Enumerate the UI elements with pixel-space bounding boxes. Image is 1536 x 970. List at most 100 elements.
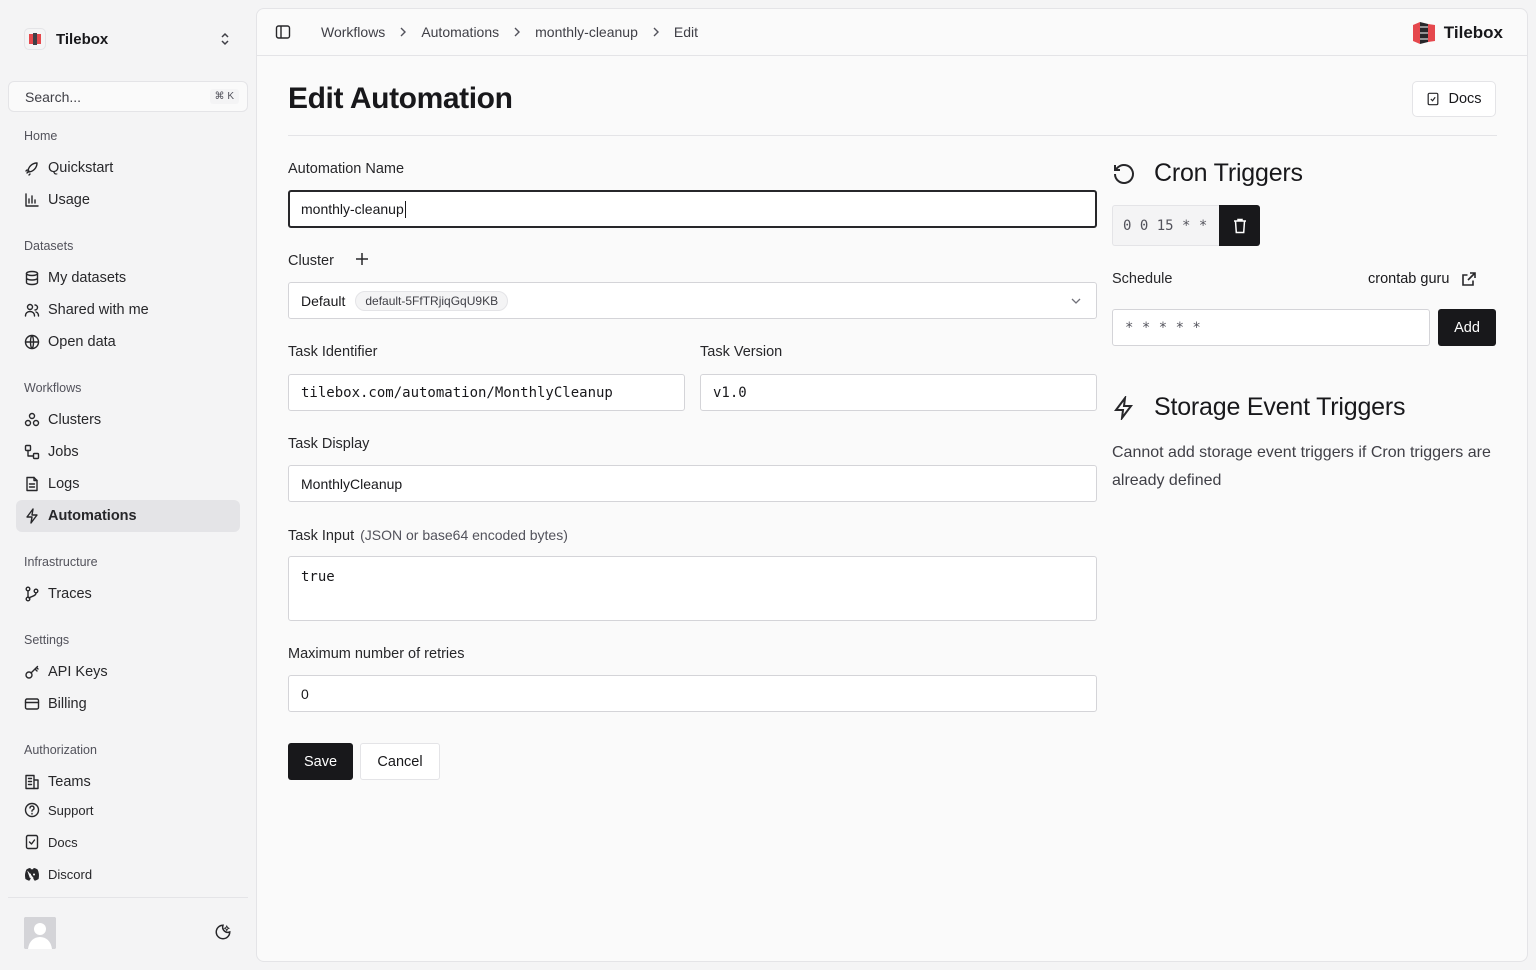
sidebar-item-label: Teams (48, 774, 91, 790)
docs-button[interactable]: Docs (1412, 81, 1496, 117)
automation-name-label: Automation Name (288, 161, 405, 177)
breadcrumb-item: Edit (673, 24, 698, 40)
sidebar-item-label: Discord (48, 866, 93, 882)
book-icon (25, 834, 39, 850)
max-retries-input[interactable]: 0 (288, 675, 1097, 712)
sidebar-item-my-datasets[interactable]: My datasets (16, 262, 240, 294)
discord-icon (25, 868, 39, 881)
avatar[interactable] (24, 916, 56, 949)
task-input-textarea[interactable]: true (288, 556, 1097, 621)
task-identifier-label: Task Identifier (288, 344, 378, 360)
cancel-button[interactable]: Cancel (360, 743, 440, 780)
brand-logo: Tilebox (1411, 21, 1503, 45)
team-name: Tilebox (56, 30, 109, 48)
sidebar-item-label: Docs (48, 834, 78, 850)
globe-icon (24, 334, 40, 350)
nav-group-infrastructure: Infrastructure Traces (16, 546, 240, 610)
chevron-right-icon (398, 25, 408, 40)
nav-group-home: Home Quickstart Usage (16, 120, 240, 216)
task-identifier-input[interactable]: tilebox.com/automation/MonthlyCleanup (288, 374, 685, 411)
sidebar-item-label: Billing (48, 696, 87, 712)
schedule-input[interactable]: * * * * * (1112, 309, 1430, 346)
rotate-ccw-icon (1114, 163, 1134, 184)
sidebar-item-discord[interactable]: Discord (16, 858, 240, 890)
nav-group-label: Settings (24, 633, 70, 647)
nav-group-settings: Settings API Keys Billing (16, 624, 240, 720)
task-version-input[interactable]: v1.0 (700, 374, 1097, 411)
sidebar-search[interactable]: Search... ⌘ K (8, 81, 248, 112)
task-version-label: Task Version (700, 344, 783, 360)
docs-button-label: Docs (1448, 91, 1482, 107)
save-button[interactable]: Save (288, 743, 353, 780)
sidebar-toggle-icon[interactable] (275, 24, 291, 40)
nav-group-label: Infrastructure (24, 555, 98, 569)
building-icon (25, 774, 39, 790)
task-input-hint: (JSON or base64 encoded bytes) (360, 527, 568, 543)
sidebar: Tilebox Search... ⌘ K Home Quickstart Usag… (0, 0, 256, 970)
brand-name: Tilebox (1443, 23, 1503, 42)
sidebar-item-logs[interactable]: Logs (16, 468, 240, 500)
breadcrumb-item[interactable]: monthly-cleanup (535, 24, 638, 40)
max-retries-label: Maximum number of retries (288, 646, 465, 662)
crontab-guru-label: crontab guru (1368, 271, 1450, 287)
sidebar-bottom-nav: Support Docs Discord (16, 794, 240, 890)
sidebar-item-label: My datasets (48, 270, 127, 286)
nav-group-workflows: Workflows Clusters Jobs Logs Automations (16, 372, 240, 532)
theme-toggle-icon[interactable] (214, 923, 234, 943)
search-shortcut: ⌘ K (209, 89, 239, 104)
help-circle-icon (24, 802, 40, 818)
sidebar-item-label: Traces (48, 586, 92, 602)
main-panel: Workflows Automations monthly-cleanup Edit … (256, 8, 1528, 962)
sidebar-item-label: Logs (48, 476, 80, 492)
sidebar-item-label: API Keys (48, 664, 108, 680)
add-cron-button[interactable]: Add (1438, 309, 1496, 346)
storage-triggers-heading: Storage Event Triggers (1112, 393, 1405, 422)
task-input-label-text: Task Input (288, 528, 355, 544)
cron-triggers-title: Cron Triggers (1154, 159, 1303, 187)
cluster-icon (24, 412, 40, 427)
sidebar-item-support[interactable]: Support (16, 794, 240, 826)
sidebar-footer (8, 897, 248, 967)
task-display-label: Task Display (288, 436, 370, 452)
task-version-value: v1.0 (713, 384, 747, 401)
cluster-slug-badge: default-5FfTRjiqGqU9KB (355, 290, 509, 311)
cluster-select[interactable]: Default default-5FfTRjiqGqU9KB (288, 282, 1097, 319)
nav-group-label: Workflows (24, 381, 82, 395)
zap-icon (26, 508, 38, 524)
sidebar-item-billing[interactable]: Billing (16, 688, 240, 720)
nav-group-label: Datasets (24, 239, 74, 253)
add-cluster-icon[interactable] (354, 251, 370, 271)
crontab-guru-link[interactable]: crontab guru (1368, 271, 1477, 287)
breadcrumb-item[interactable]: Workflows (321, 24, 385, 40)
breadcrumb: Workflows Automations monthly-cleanup Edit (321, 24, 698, 40)
trash-icon (1233, 218, 1246, 233)
task-display-input[interactable]: MonthlyCleanup (288, 465, 1097, 502)
automation-name-input[interactable]: monthly-cleanup (288, 190, 1097, 228)
search-input[interactable]: Search... (25, 89, 210, 105)
sidebar-item-api-keys[interactable]: API Keys (16, 656, 240, 688)
sidebar-item-open-data[interactable]: Open data (16, 326, 240, 358)
cron-triggers-heading: Cron Triggers (1112, 159, 1303, 188)
nav-group-label: Home (24, 129, 58, 143)
breadcrumb-item[interactable]: Automations (421, 24, 499, 40)
storage-triggers-title: Storage Event Triggers (1154, 393, 1406, 421)
sidebar-item-shared-with-me[interactable]: Shared with me (16, 294, 240, 326)
storage-triggers-note: Cannot add storage event triggers if Cro… (1112, 444, 1491, 489)
task-identifier-value: tilebox.com/automation/MonthlyCleanup (301, 384, 613, 401)
sidebar-item-clusters[interactable]: Clusters (16, 404, 240, 436)
task-input-label: Task Input (JSON or base64 encoded bytes) (288, 527, 568, 544)
sidebar-item-label: Quickstart (48, 160, 114, 176)
sidebar-item-label: Support (48, 802, 94, 818)
delete-cron-button[interactable] (1219, 205, 1260, 246)
sidebar-item-label: Jobs (48, 444, 79, 460)
sidebar-item-quickstart[interactable]: Quickstart (16, 152, 240, 184)
team-logo-icon (24, 28, 46, 50)
sidebar-item-usage[interactable]: Usage (16, 184, 240, 216)
bar-chart-icon (25, 193, 39, 207)
sidebar-item-docs[interactable]: Docs (16, 826, 240, 858)
sidebar-item-jobs[interactable]: Jobs (16, 436, 240, 468)
schedule-label: Schedule (1112, 271, 1173, 287)
sidebar-item-traces[interactable]: Traces (16, 578, 240, 610)
sidebar-item-automations[interactable]: Automations (16, 500, 240, 532)
team-switcher[interactable]: Tilebox (16, 20, 240, 58)
